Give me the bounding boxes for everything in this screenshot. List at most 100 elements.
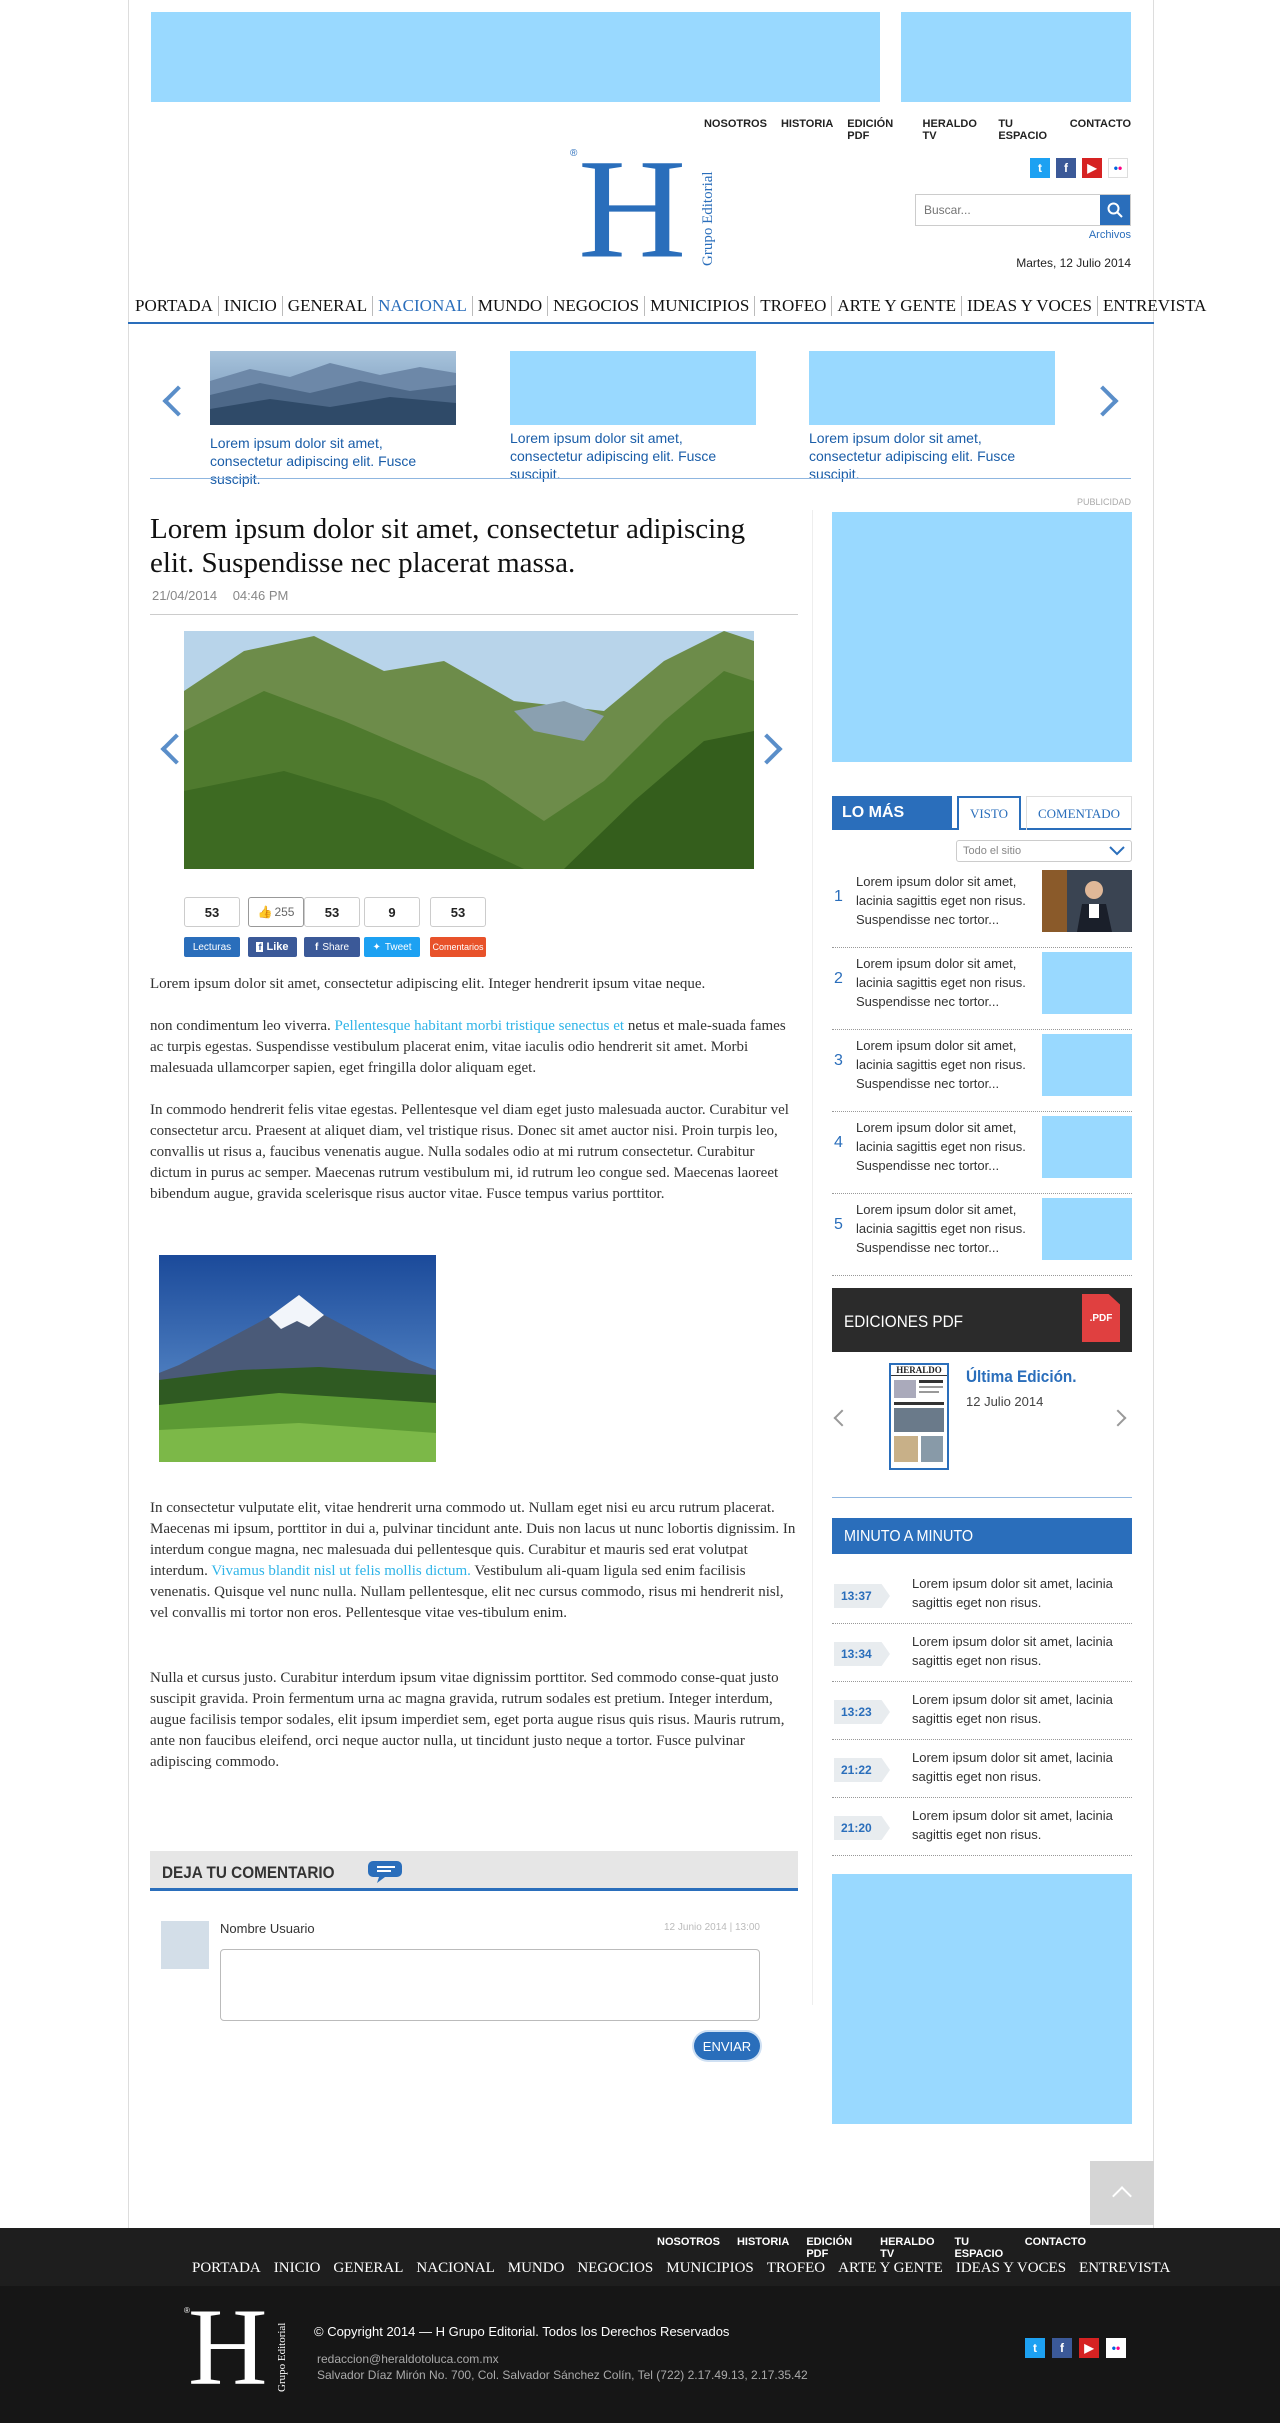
logo[interactable]: ® H Grupo Editorial [570,138,720,281]
facebook-icon[interactable]: f [1056,158,1076,178]
lo-mas-select[interactable]: Todo el sitio [956,840,1132,862]
tab-comentado[interactable]: COMENTADO [1026,796,1132,830]
nav-item-inicio[interactable]: INICIO [219,296,283,316]
gallery-prev-button[interactable] [156,733,192,765]
tweet-button[interactable]: ✦ Tweet [364,937,420,957]
article-link[interactable]: Pellentesque habitant morbi tristique se… [335,1018,625,1034]
nav-item-entrevista[interactable]: ENTREVISTA [1098,296,1211,316]
submit-comment-button[interactable]: ENVIAR [694,2032,760,2060]
youtube-icon[interactable]: ▶ [1079,2338,1099,2358]
carousel-caption[interactable]: Lorem ipsum dolor sit amet, consectetur … [809,429,1055,483]
top-nav-item[interactable]: CONTACTO [1070,118,1131,142]
list-item-text[interactable]: Lorem ipsum dolor sit amet, lacinia sagi… [856,954,1056,1011]
list-item[interactable]: 3 Lorem ipsum dolor sit amet, lacinia sa… [832,1030,1132,1112]
minuto-item[interactable]: 21:20 Lorem ipsum dolor sit amet, lacinia… [832,1798,1132,1856]
minuto-text[interactable]: Lorem ipsum dolor sit amet, lacinia sagi… [912,1632,1132,1670]
footer-nav-item[interactable]: MUNDO [508,2260,565,2277]
ad-sidebar-bottom[interactable] [832,1874,1132,2124]
footer-top-nav-item[interactable]: TU ESPACIO [954,2236,1007,2260]
gallery-next-button[interactable] [751,733,788,765]
list-item-text[interactable]: Lorem ipsum dolor sit amet, lacinia sagi… [856,1118,1056,1175]
nav-item-mundo[interactable]: MUNDO [473,296,549,316]
top-nav-item[interactable]: EDICIÓN PDF [847,118,908,142]
carousel-item[interactable]: Lorem ipsum dolor sit amet, consectetur … [210,351,456,488]
minuto-text[interactable]: Lorem ipsum dolor sit amet, lacinia sagi… [912,1574,1132,1612]
facebook-share-button[interactable]: f Share [304,937,360,957]
footer-top-nav-item[interactable]: HERALDO TV [880,2236,937,2260]
pdf-edition-title[interactable]: Última Edición. [966,1367,1077,1387]
nav-item-portada[interactable]: PORTADA [130,296,219,316]
lecturas-button[interactable]: Lecturas [184,937,240,957]
list-item[interactable]: 5 Lorem ipsum dolor sit amet, lacinia sa… [832,1194,1132,1276]
comentarios-button[interactable]: Comentarios [430,937,486,957]
top-nav-item[interactable]: TU ESPACIO [998,118,1055,142]
minuto-item[interactable]: 13:37 Lorem ipsum dolor sit amet, lacinia… [832,1566,1132,1624]
footer-nav-item[interactable]: INICIO [274,2260,321,2277]
ad-banner-top-right[interactable] [901,12,1131,102]
carousel-caption[interactable]: Lorem ipsum dolor sit amet, consectetur … [210,434,456,488]
footer-nav-item[interactable]: NEGOCIOS [577,2260,653,2277]
pdf-next-button[interactable] [1109,1406,1132,1430]
minuto-text[interactable]: Lorem ipsum dolor sit amet, lacinia sagi… [912,1806,1132,1844]
nav-item-arte-y-gente[interactable]: ARTE Y GENTE [832,296,962,316]
carousel-item[interactable]: Lorem ipsum dolor sit amet, consectetur … [809,351,1055,483]
nav-item-trofeo[interactable]: TROFEO [755,296,833,316]
footer-nav-item[interactable]: ENTREVISTA [1079,2260,1170,2277]
search-input[interactable] [916,195,1100,225]
ad-sidebar-top[interactable] [832,512,1132,762]
nav-item-negocios[interactable]: NEGOCIOS [548,296,646,316]
carousel-caption[interactable]: Lorem ipsum dolor sit amet, consectetur … [510,429,756,483]
minuto-text[interactable]: Lorem ipsum dolor sit amet, lacinia sagi… [912,1748,1132,1786]
footer-top-nav-item[interactable]: NOSOTROS [657,2236,720,2260]
top-nav-item[interactable]: HISTORIA [781,118,833,142]
footer-top-nav-item[interactable]: CONTACTO [1025,2236,1086,2260]
youtube-icon[interactable]: ▶ [1082,158,1102,178]
footer-top-nav-item[interactable]: EDICIÓN PDF [806,2236,863,2260]
comment-textarea[interactable] [220,1949,760,2021]
list-item[interactable]: 1 Lorem ipsum dolor sit amet, lacinia sa… [832,866,1132,948]
top-nav-item[interactable]: NOSOTROS [704,118,767,142]
pdf-prev-button[interactable] [830,1406,851,1430]
footer-nav-item[interactable]: TROFEO [767,2260,825,2277]
pdf-cover[interactable]: HERALDO [889,1363,949,1470]
nav-item-general[interactable]: GENERAL [283,296,374,316]
list-item[interactable]: 2 Lorem ipsum dolor sit amet, lacinia sa… [832,948,1132,1030]
footer-nav-item[interactable]: GENERAL [333,2260,403,2277]
footer-nav-item[interactable]: NACIONAL [416,2260,494,2277]
nav-item-nacional[interactable]: NACIONAL [373,296,473,316]
nav-item-municipios[interactable]: MUNICIPIOS [645,296,756,316]
list-item-text[interactable]: Lorem ipsum dolor sit amet, lacinia sagi… [856,1036,1056,1093]
footer-nav-item[interactable]: IDEAS Y VOCES [956,2260,1066,2277]
flickr-icon[interactable]: • • [1106,2338,1126,2358]
back-to-top-button[interactable] [1090,2161,1154,2225]
footer-logo[interactable]: ® H Grupo Editorial [180,2292,290,2402]
ad-banner-top-left[interactable] [151,12,880,102]
article-title: Lorem ipsum dolor sit amet, consectetur … [150,513,746,579]
footer-nav-item[interactable]: MUNICIPIOS [666,2260,754,2277]
nav-item-ideas-y-voces[interactable]: IDEAS Y VOCES [962,296,1098,316]
flickr-icon[interactable]: • • [1108,158,1128,178]
archives-link[interactable]: Archivos [1080,229,1131,241]
list-item-text[interactable]: Lorem ipsum dolor sit amet, lacinia sagi… [856,872,1056,929]
top-nav-item[interactable]: HERALDO TV [923,118,985,142]
facebook-icon[interactable]: f [1052,2338,1072,2358]
footer-top-nav-item[interactable]: HISTORIA [737,2236,789,2260]
list-item[interactable]: 4 Lorem ipsum dolor sit amet, lacinia sa… [832,1112,1132,1194]
minuto-item[interactable]: 13:34 Lorem ipsum dolor sit amet, lacinia… [832,1624,1132,1682]
footer-email[interactable]: redaccion@heraldotoluca.com.mx [317,2352,499,2366]
twitter-icon[interactable]: t [1030,158,1050,178]
list-item-text[interactable]: Lorem ipsum dolor sit amet, lacinia sagi… [856,1200,1056,1257]
article-link[interactable]: Vivamus blandit nisl ut felis mollis dic… [211,1563,471,1579]
carousel-item[interactable]: Lorem ipsum dolor sit amet, consectetur … [510,351,756,483]
search-button[interactable] [1100,195,1130,225]
footer-nav-item[interactable]: ARTE Y GENTE [838,2260,943,2277]
minuto-text[interactable]: Lorem ipsum dolor sit amet, lacinia sagi… [912,1690,1132,1728]
facebook-like-button[interactable]: f Like [248,937,297,957]
twitter-icon[interactable]: t [1025,2338,1045,2358]
tab-visto[interactable]: VISTO [957,796,1021,830]
carousel-next-button[interactable] [1087,385,1124,417]
minuto-item[interactable]: 13:23 Lorem ipsum dolor sit amet, lacinia… [832,1682,1132,1740]
footer-nav-item[interactable]: PORTADA [192,2260,261,2277]
minuto-item[interactable]: 21:22 Lorem ipsum dolor sit amet, lacinia… [832,1740,1132,1798]
carousel-prev-button[interactable] [158,385,194,417]
